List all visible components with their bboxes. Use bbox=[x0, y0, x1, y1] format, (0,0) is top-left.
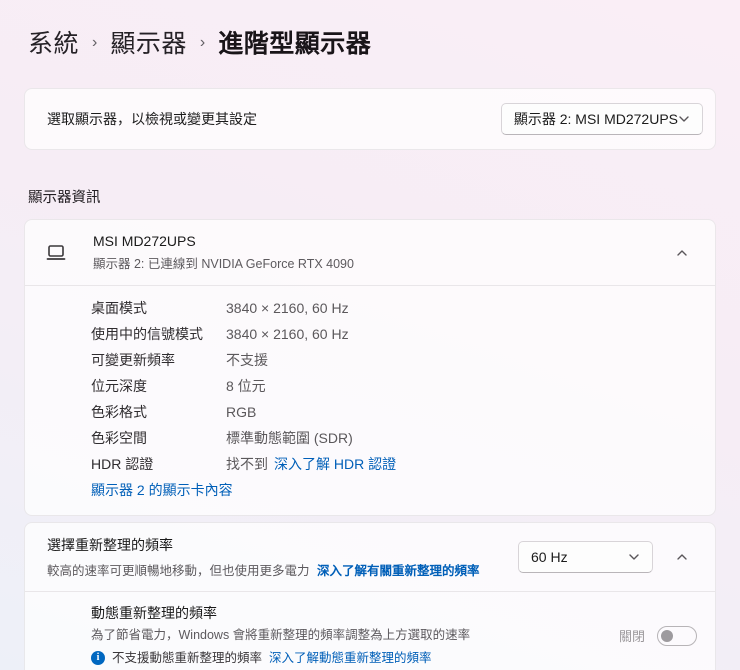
refresh-rate-card: 選擇重新整理的頻率 較高的速率可更順暢地移動，但也使用更多電力 深入了解有關重新… bbox=[24, 522, 716, 670]
info-row-active-signal-mode: 使用中的信號模式 3840 × 2160, 60 Hz bbox=[91, 326, 349, 342]
advanced-display-settings-page: 系統 › 顯示器 › 進階型顯示器 選取顯示器，以檢視或變更其設定 顯示器 2:… bbox=[0, 24, 740, 670]
info-icon: i bbox=[91, 651, 105, 665]
breadcrumb-item-display[interactable]: 顯示器 bbox=[110, 24, 187, 60]
select-display-label: 選取顯示器，以檢視或變更其設定 bbox=[47, 111, 257, 127]
toggle-state-label: 關閉 bbox=[618, 629, 645, 644]
drr-not-supported-text: 不支援動態重新整理的頻率 bbox=[112, 651, 263, 665]
refresh-rate-dropdown[interactable]: 60 Hz bbox=[518, 541, 653, 573]
drr-learn-more-link[interactable]: 深入了解動態重新整理的頻率 bbox=[269, 648, 432, 668]
collapse-expander-button[interactable] bbox=[667, 542, 697, 572]
display-info-header[interactable]: MSI MD272UPS 顯示器 2: 已連線到 NVIDIA GeForce … bbox=[25, 220, 715, 285]
info-row-color-space: 色彩空間 標準動態範圍 (SDR) bbox=[91, 430, 353, 446]
breadcrumb-item-system[interactable]: 系統 bbox=[28, 24, 79, 60]
drr-subtitle: 為了節省電力，Windows 會將重新整理的頻率調整為上方選取的速率 bbox=[91, 628, 471, 642]
select-display-card: 選取顯示器，以檢視或變更其設定 顯示器 2: MSI MD272UPS bbox=[24, 88, 716, 150]
monitor-name: MSI MD272UPS bbox=[93, 233, 196, 249]
chevron-up-icon bbox=[677, 554, 687, 560]
drr-toggle[interactable] bbox=[657, 625, 697, 646]
drr-title: 動態重新整理的頻率 bbox=[91, 605, 217, 621]
refresh-rate-learn-more-link[interactable]: 深入了解有關重新整理的頻率 bbox=[317, 564, 480, 578]
toggle-knob bbox=[661, 629, 673, 642]
info-row-variable-refresh-rate: 可變更新頻率 不支援 bbox=[91, 352, 268, 368]
refresh-rate-title: 選擇重新整理的頻率 bbox=[47, 537, 173, 553]
display-select-dropdown[interactable]: 顯示器 2: MSI MD272UPS bbox=[500, 103, 703, 135]
display-info-card: MSI MD272UPS 顯示器 2: 已連線到 NVIDIA GeForce … bbox=[24, 219, 716, 516]
chevron-right-icon: › bbox=[199, 34, 206, 51]
dynamic-refresh-rate-section: 動態重新整理的頻率 為了節省電力，Windows 會將重新整理的頻率調整為上方選… bbox=[25, 592, 715, 670]
collapse-expander-button[interactable] bbox=[667, 238, 697, 268]
display-adapter-properties-link[interactable]: 顯示器 2 的顯示卡內容 bbox=[91, 482, 233, 498]
info-row-hdr-certification: HDR 認證 找不到 深入了解 HDR 認證 bbox=[91, 451, 699, 477]
info-row-color-format: 色彩格式 RGB bbox=[91, 404, 257, 420]
chevron-down-icon bbox=[679, 116, 689, 122]
adapter-properties-row: 顯示器 2 的顯示卡內容 bbox=[91, 477, 699, 503]
chevron-up-icon bbox=[677, 249, 687, 256]
hdr-learn-more-link[interactable]: 深入了解 HDR 認證 bbox=[274, 451, 396, 477]
monitor-connection: 顯示器 2: 已連線到 NVIDIA GeForce RTX 4090 bbox=[93, 257, 354, 271]
display-info-details: 桌面模式 3840 × 2160, 60 Hz 使用中的信號模式 3840 × … bbox=[25, 286, 715, 515]
info-row-desktop-mode: 桌面模式 3840 × 2160, 60 Hz bbox=[91, 300, 349, 316]
refresh-rate-value: 60 Hz bbox=[531, 549, 568, 565]
info-row-bit-depth: 位元深度 8 位元 bbox=[91, 378, 266, 394]
page-title: 進階型顯示器 bbox=[218, 30, 372, 58]
display-info-section-title: 顯示器資訊 bbox=[28, 190, 101, 206]
refresh-rate-header: 選擇重新整理的頻率 較高的速率可更順暢地移動，但也使用更多電力 深入了解有關重新… bbox=[25, 523, 715, 591]
breadcrumb: 系統 › 顯示器 › 進階型顯示器 bbox=[24, 24, 716, 60]
chevron-right-icon: › bbox=[92, 34, 98, 51]
monitor-icon bbox=[45, 243, 67, 263]
chevron-down-icon bbox=[629, 554, 639, 560]
refresh-rate-subtitle: 較高的速率可更順暢地移動，但也使用更多電力 bbox=[47, 564, 310, 578]
display-select-value: 顯示器 2: MSI MD272UPS bbox=[513, 111, 678, 127]
